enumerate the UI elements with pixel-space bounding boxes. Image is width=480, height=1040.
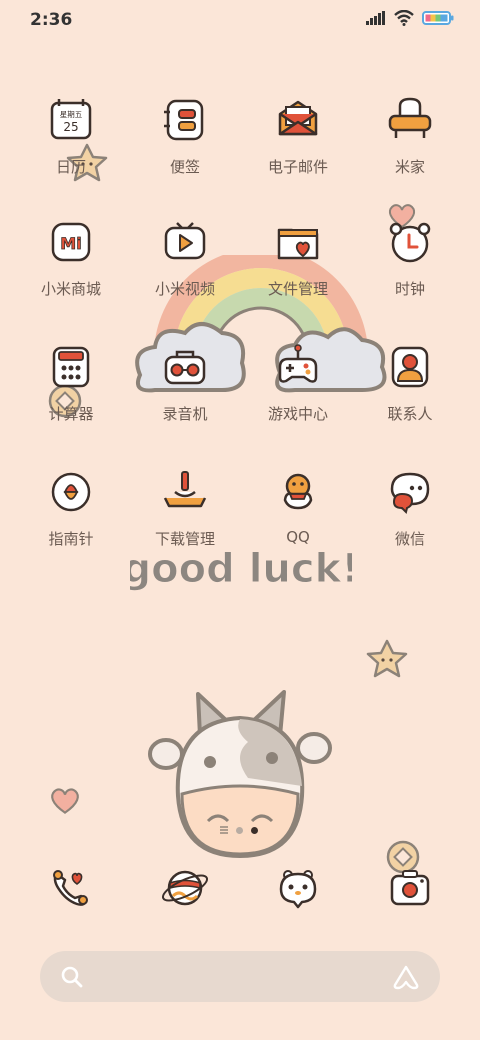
battery-icon — [422, 11, 454, 25]
svg-text:星期五: 星期五 — [60, 110, 83, 119]
browser-icon — [161, 870, 209, 906]
phone-icon — [53, 870, 88, 906]
app-label: 米家 — [394, 158, 425, 176]
app-label: 联系人 — [387, 405, 433, 423]
status-time: 2:36 — [30, 10, 73, 30]
app-label: 文件管理 — [267, 280, 328, 298]
app-files[interactable]: 文件管理 — [238, 212, 358, 332]
app-recorder[interactable]: 录音机 — [125, 337, 245, 457]
assistant-icon[interactable] — [392, 964, 420, 990]
app-label: 计算器 — [48, 405, 94, 423]
notes-icon — [164, 99, 204, 141]
page-indicator-menu-icon — [220, 826, 228, 834]
clock-icon — [389, 222, 431, 263]
app-phone[interactable] — [11, 858, 131, 918]
wifi-icon — [394, 10, 414, 26]
star-decoration — [366, 639, 408, 678]
video-icon — [164, 222, 206, 260]
app-game-center[interactable]: 游戏中心 — [238, 337, 358, 457]
app-browser[interactable] — [125, 858, 245, 918]
recorder-icon — [164, 350, 206, 385]
app-label: 指南针 — [48, 530, 94, 548]
home-screen: good luck! 2:36 星期五 25 日历 便签 电子邮件 米家 Mi … — [0, 0, 480, 1040]
camera-icon — [390, 870, 430, 906]
folder-icon — [277, 228, 319, 260]
app-downloads[interactable]: 下载管理 — [125, 462, 245, 582]
app-video[interactable]: 小米视频 — [125, 212, 245, 332]
app-label: 便签 — [169, 158, 200, 176]
app-compass[interactable]: 指南针 — [11, 462, 131, 582]
calculator-icon — [52, 346, 90, 388]
app-label: 微信 — [394, 530, 425, 548]
wechat-icon — [390, 472, 430, 514]
mail-icon — [278, 100, 318, 136]
page-dot-current — [251, 826, 258, 834]
page-indicator[interactable] — [220, 822, 270, 838]
app-label: 小米视频 — [154, 280, 215, 298]
app-calculator[interactable]: 计算器 — [11, 337, 131, 457]
status-bar: 2:36 — [0, 0, 480, 40]
svg-text:25: 25 — [63, 120, 78, 134]
app-camera[interactable] — [350, 858, 470, 918]
contacts-icon — [391, 346, 429, 388]
calendar-icon: 星期五 25 — [50, 99, 92, 140]
app-contacts[interactable]: 联系人 — [350, 337, 470, 457]
app-label: 小米商城 — [40, 280, 101, 298]
app-label: 日历 — [55, 158, 86, 176]
app-messages[interactable] — [238, 858, 358, 918]
game-controller-icon — [278, 344, 318, 383]
svg-text:Mi: Mi — [60, 234, 81, 253]
qq-icon — [283, 473, 313, 510]
app-label: 录音机 — [162, 405, 208, 423]
signal-icon — [366, 11, 385, 25]
app-mijia[interactable]: 米家 — [350, 90, 470, 210]
app-qq[interactable]: QQ — [238, 462, 358, 582]
app-label: 游戏中心 — [267, 405, 328, 423]
page-dot — [236, 826, 243, 834]
messages-icon — [279, 870, 317, 909]
app-label: 时钟 — [394, 280, 425, 298]
app-notes[interactable]: 便签 — [125, 90, 245, 210]
app-calendar[interactable]: 星期五 25 日历 — [11, 90, 131, 210]
app-mi-store[interactable]: Mi 小米商城 — [11, 212, 131, 332]
app-email[interactable]: 电子邮件 — [238, 90, 358, 210]
app-label: 下载管理 — [154, 530, 215, 548]
heart-decoration — [51, 788, 79, 814]
search-icon[interactable] — [60, 965, 84, 989]
mi-store-icon: Mi — [51, 222, 91, 262]
app-wechat[interactable]: 微信 — [350, 462, 470, 582]
app-label: 电子邮件 — [267, 158, 328, 176]
app-clock[interactable]: 时钟 — [350, 212, 470, 332]
mijia-icon — [388, 97, 432, 138]
app-label: QQ — [286, 528, 310, 546]
search-bar[interactable] — [40, 951, 440, 1002]
compass-icon — [51, 472, 91, 512]
download-icon — [163, 471, 207, 508]
